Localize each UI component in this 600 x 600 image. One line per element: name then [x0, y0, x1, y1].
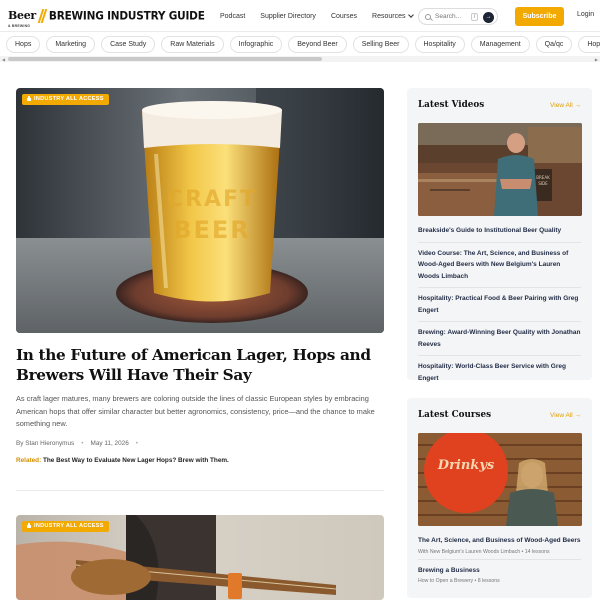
video-thumbnail[interactable]: BREAK SIDE [418, 123, 582, 216]
course-thumbnail-image: Drinkys [418, 433, 582, 526]
login-link[interactable]: Login [577, 11, 594, 18]
all-access-badge-label: INDUSTRY ALL ACCESS [34, 523, 104, 529]
related-article-link[interactable]: The Best Way to Evaluate New Lager Hops?… [43, 457, 229, 464]
category-chip-hops[interactable]: Hops [6, 35, 41, 53]
search-shortcut-key: / [471, 12, 478, 21]
nav-podcast-label: Podcast [220, 12, 246, 20]
nav-supplier-directory[interactable]: Supplier Directory [260, 13, 316, 20]
category-chip-management[interactable]: Management [470, 35, 530, 53]
site-logo[interactable]: Beer & BREWING BREWING INDUSTRY GUIDE [8, 6, 205, 28]
lager-glass-image: CRAFT BEER [16, 88, 384, 333]
category-chip-hops-insider[interactable]: Hops Insider [578, 35, 600, 53]
lock-icon [27, 522, 31, 528]
subscribe-button[interactable]: Subscribe [515, 7, 564, 26]
article-card: INDUSTRY ALL ACCESS [16, 515, 384, 600]
panel-header: Latest Courses View All → [418, 408, 581, 422]
logo-beer-wordmark: Beer & BREWING [8, 10, 36, 28]
article-meta: By Stan Hieronymus • May 11, 2026 • [16, 440, 384, 447]
article-image-lager-glass[interactable]: CRAFT BEER INDUSTRY ALL ACCESS [16, 88, 384, 333]
video-link[interactable]: Breakside's Guide to Institutional Beer … [418, 220, 581, 243]
article-divider [16, 490, 384, 491]
course-thumbnail[interactable]: Drinkys [418, 433, 582, 526]
related-article: Related: The Best Way to Evaluate New La… [16, 457, 384, 464]
logo-slash-icon [39, 9, 46, 23]
search-input[interactable] [435, 13, 469, 20]
course-list: The Art, Science, and Business of Wood-A… [418, 530, 581, 588]
article-description: As craft lager matures, many brewers are… [16, 394, 375, 428]
course-title[interactable]: Brewing a Business [418, 565, 581, 577]
category-chip-selling-beer[interactable]: Selling Beer [352, 35, 409, 53]
latest-courses-panel: Latest Courses View All → Drinkys The Ar… [407, 398, 592, 598]
all-access-badge-label: INDUSTRY ALL ACCESS [34, 96, 104, 102]
article-image-guitar[interactable]: INDUSTRY ALL ACCESS [16, 515, 384, 600]
course-subtitle: With New Belgium's Lauren Woods Limbach … [418, 548, 550, 555]
course-subtitle: How to Open a Brewery • 8 lessons [418, 578, 500, 584]
latest-videos-panel: Latest Videos View All → BREAK SIDE Brea… [407, 88, 592, 382]
video-list: Breakside's Guide to Institutional Beer … [418, 220, 581, 389]
article-author[interactable]: By Stan Hieronymus [16, 440, 74, 447]
svg-text:Drinkys: Drinkys [437, 458, 495, 473]
course-item[interactable]: Brewing a Business How to Open a Brewery… [418, 560, 581, 589]
video-link[interactable]: Hospitality: Practical Food & Beer Pairi… [418, 288, 581, 322]
nav-podcast[interactable]: Podcast [220, 13, 245, 20]
meta-separator-dot-icon: • [81, 439, 84, 447]
category-chip-marketing[interactable]: Marketing [46, 35, 96, 53]
search-submit-arrow-icon[interactable]: → [483, 12, 494, 23]
video-link[interactable]: Brewing: Award-Winning Beer Quality with… [418, 322, 581, 356]
course-title[interactable]: The Art, Science, and Business of Wood-A… [418, 535, 581, 547]
search-box[interactable]: / → [418, 8, 498, 25]
nav-resources-dropdown[interactable]: Resources [372, 12, 415, 20]
all-access-badge: INDUSTRY ALL ACCESS [22, 521, 109, 532]
logo-guide-text: BREWING INDUSTRY GUIDE [48, 8, 205, 23]
video-link[interactable]: Hospitality: World-Class Beer Service wi… [418, 356, 581, 389]
brewer-video-thumbnail-image: BREAK SIDE [418, 123, 582, 216]
category-chip-infographic[interactable]: Infographic [229, 35, 283, 53]
svg-text:BEER: BEER [173, 216, 251, 244]
category-bar: Hops Marketing Case Study Raw Materials … [0, 33, 600, 55]
nav-supplier-directory-label: Supplier Directory [260, 12, 316, 20]
latest-courses-title: Latest Courses [418, 410, 492, 420]
video-link[interactable]: Video Course: The Art, Science, and Busi… [418, 243, 581, 288]
category-chip-raw-materials[interactable]: Raw Materials [161, 35, 224, 53]
category-scrollbar[interactable]: ◀ ▶ [0, 56, 600, 62]
logo-beer-subtext: & BREWING [8, 23, 31, 28]
category-chip-beyond-beer[interactable]: Beyond Beer [288, 35, 347, 53]
lock-icon [27, 95, 31, 101]
view-all-courses-link[interactable]: View All → [550, 412, 581, 419]
article-date: May 11, 2026 [90, 439, 129, 447]
view-all-videos-link[interactable]: View All → [550, 102, 581, 109]
meta-separator-dot-icon: • [135, 439, 138, 447]
related-label: Related: [16, 456, 42, 464]
search-icon [425, 13, 431, 20]
course-item[interactable]: The Art, Science, and Business of Wood-A… [418, 530, 581, 560]
nav-resources-label: Resources [372, 12, 406, 20]
category-chip-case-study[interactable]: Case Study [101, 35, 156, 53]
article-title[interactable]: In the Future of American Lager, Hops an… [16, 345, 384, 385]
category-chip-qa-qc[interactable]: Qa/qc [535, 35, 573, 53]
latest-videos-title: Latest Videos [418, 100, 485, 110]
all-access-badge: INDUSTRY ALL ACCESS [22, 94, 109, 105]
panel-header: Latest Videos View All → [418, 98, 581, 112]
article-card: CRAFT BEER INDUSTRY ALL ACCESS In the Fu… [16, 88, 384, 464]
svg-text:SIDE: SIDE [538, 181, 548, 186]
nav-courses-label: Courses [330, 12, 358, 20]
chevron-down-icon [408, 12, 415, 18]
main-nav: Podcast Supplier Directory Courses Resou… [220, 0, 428, 32]
nav-courses[interactable]: Courses [331, 13, 357, 20]
svg-text:BREAK: BREAK [536, 175, 550, 180]
svg-text:CRAFT: CRAFT [167, 187, 257, 212]
scroll-left-arrow-icon[interactable]: ◀ [2, 57, 5, 62]
scroll-right-arrow-icon[interactable]: ▶ [595, 57, 598, 62]
category-chip-hospitality[interactable]: Hospitality [414, 35, 465, 53]
scrollbar-thumb[interactable] [8, 57, 322, 61]
